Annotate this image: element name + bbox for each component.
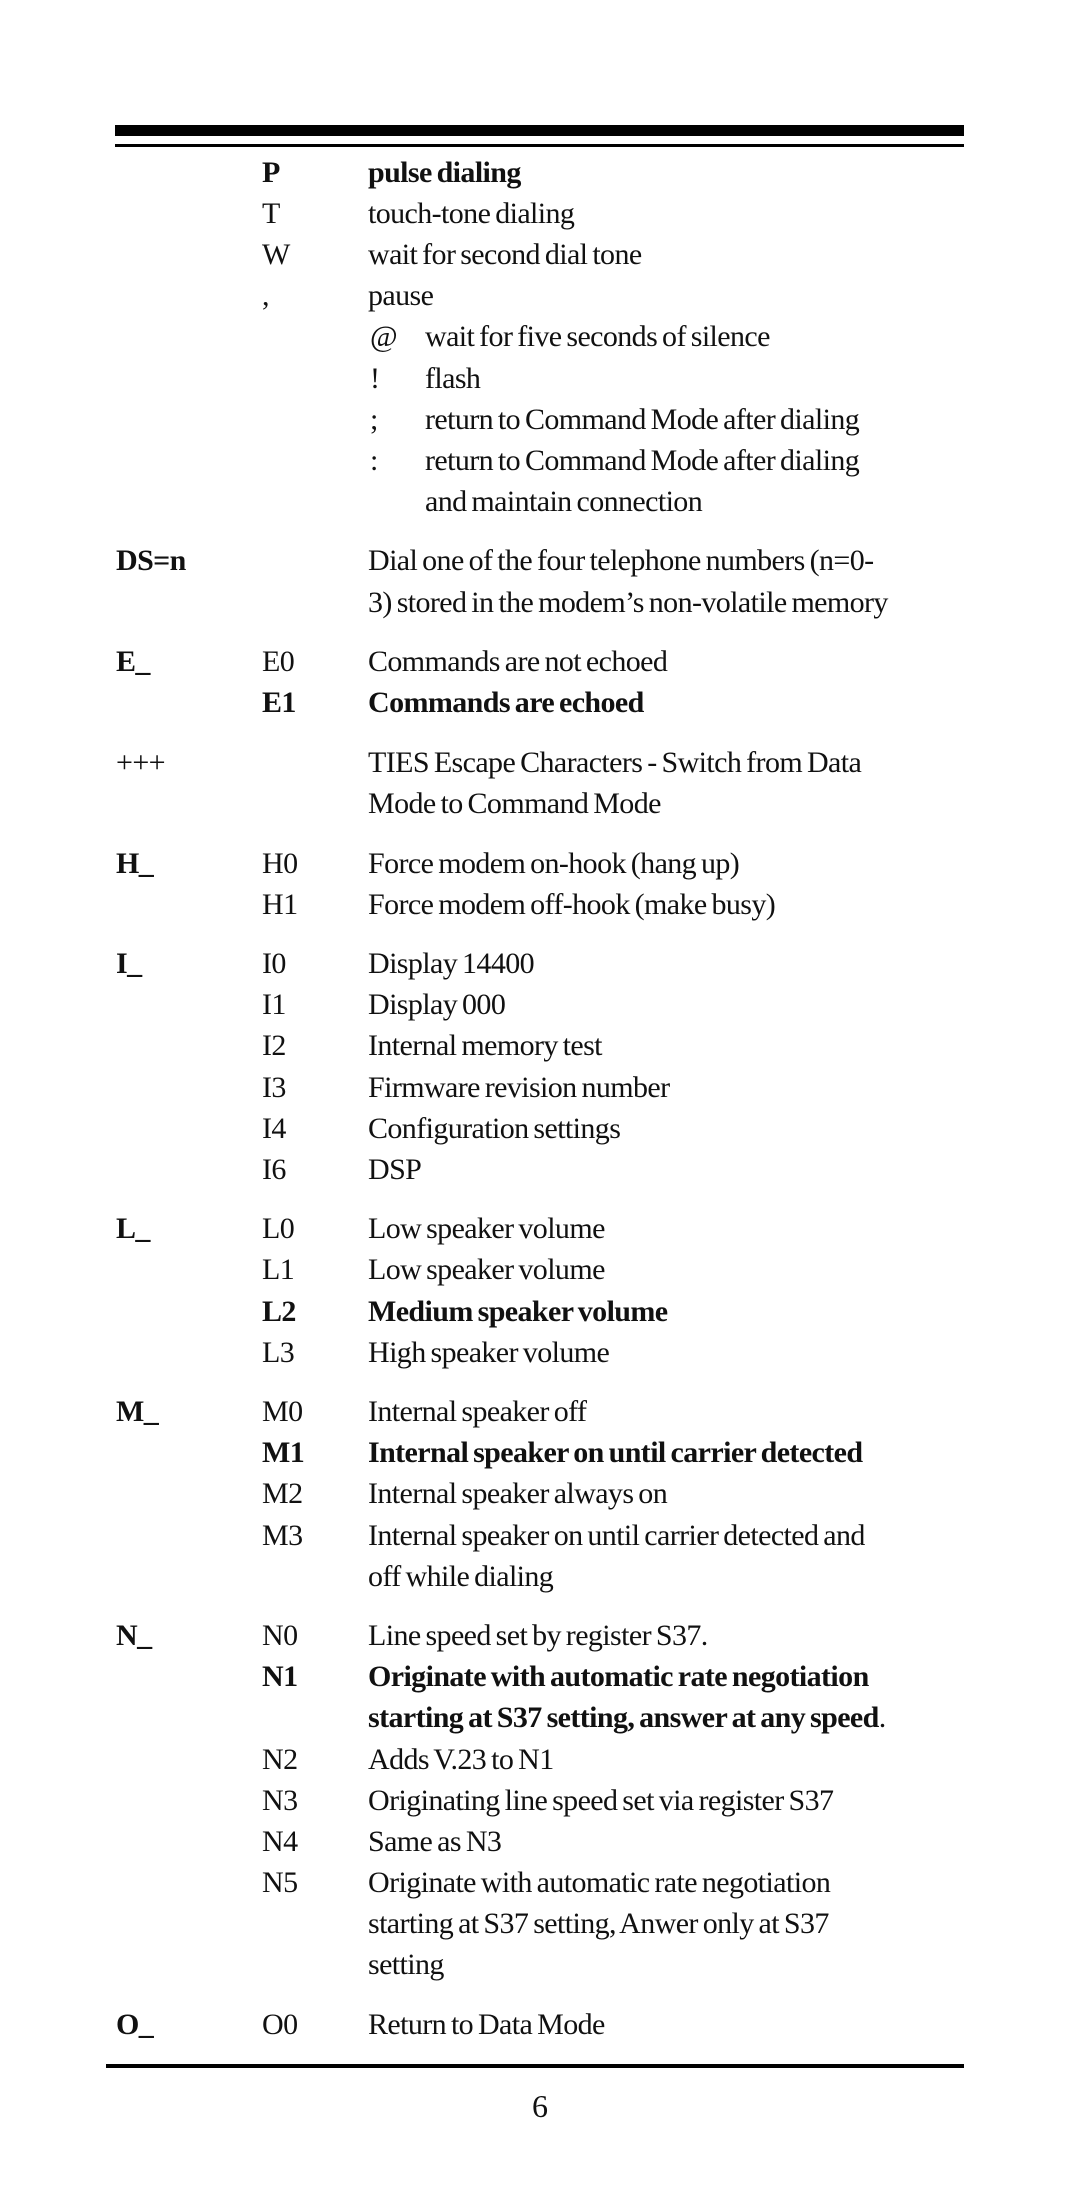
- option-description: Low speaker volume: [368, 1212, 605, 1246]
- option-code: N5: [262, 1865, 298, 1899]
- option-code: I4: [262, 1111, 286, 1145]
- option-description: wait for second dial tone: [368, 238, 642, 272]
- option-code: L3: [262, 1335, 295, 1369]
- trailing-period: .: [878, 1701, 886, 1735]
- option-code: E0: [262, 645, 295, 679]
- option-description: Internal speaker on until carrier detect…: [368, 1518, 865, 1552]
- option-code: L2: [262, 1294, 296, 1328]
- option-description: Configuration settings: [368, 1111, 621, 1145]
- command-name: E_: [116, 645, 150, 679]
- option-description: touch-tone dialing: [368, 197, 575, 231]
- option-code: I6: [262, 1152, 286, 1186]
- option-description: starting at S37 setting, Anwer only at S…: [368, 1906, 829, 1940]
- command-name: O_: [116, 2007, 154, 2041]
- option-code: I0: [262, 947, 286, 981]
- option-description: Display 000: [368, 988, 506, 1022]
- option-description: Originate with automatic rate negotiatio…: [368, 1865, 831, 1899]
- dial-modifier-symbol: ;: [370, 402, 378, 436]
- option-code: T: [262, 197, 280, 231]
- option-description: Display 14400: [368, 947, 535, 981]
- option-description: Internal speaker always on: [368, 1477, 668, 1511]
- command-name: H_: [116, 846, 154, 880]
- option-code: M3: [262, 1518, 303, 1552]
- option-code: M1: [262, 1436, 305, 1470]
- option-code: ,: [262, 279, 269, 313]
- bottom-rule: [106, 2064, 964, 2068]
- option-description: Adds V.23 to N1: [368, 1742, 554, 1776]
- option-description: Force modem on-hook (hang up): [368, 846, 740, 880]
- dial-modifier-symbol: @: [370, 320, 398, 354]
- option-code: L1: [262, 1253, 295, 1287]
- option-description: Return to Data Mode: [368, 2007, 605, 2041]
- option-description: setting: [368, 1948, 444, 1981]
- dial-modifier-description: wait for five seconds of silence: [425, 320, 770, 354]
- option-code: N0: [262, 1619, 298, 1653]
- option-description: Internal speaker off: [368, 1395, 587, 1429]
- option-description: Line speed set by register S37.: [368, 1619, 708, 1653]
- option-description: Originate with automatic rate negotiatio…: [368, 1660, 869, 1694]
- top-thick-rule: [115, 125, 964, 136]
- option-code: I1: [262, 988, 286, 1022]
- dial-modifier-description: return to Command Mode after dialing: [425, 402, 860, 436]
- option-code: N4: [262, 1824, 298, 1858]
- dial-modifier-symbol: :: [370, 443, 378, 477]
- option-code: W: [262, 238, 290, 272]
- option-description: pause: [368, 279, 434, 313]
- option-code: M0: [262, 1395, 303, 1429]
- option-description: Mode to Command Mode: [368, 786, 661, 820]
- command-name: I_: [116, 947, 142, 981]
- command-name: L_: [116, 1212, 150, 1246]
- command-name: +++: [116, 745, 166, 779]
- page-number: 6: [532, 2088, 548, 2124]
- option-description: Same as N3: [368, 1824, 502, 1858]
- dial-modifier-description: return to Command Mode after dialing: [425, 443, 860, 477]
- option-description: Low speaker volume: [368, 1253, 605, 1287]
- option-description: Force modem off-hook (make busy): [368, 887, 776, 921]
- option-code: L0: [262, 1212, 295, 1246]
- option-code: H1: [262, 887, 298, 921]
- dial-modifier-description: flash: [425, 361, 481, 395]
- option-code: E1: [262, 686, 296, 720]
- option-description: Firmware revision number: [368, 1070, 670, 1104]
- option-code: H0: [262, 846, 298, 880]
- option-description: TIES Escape Characters - Switch from Dat…: [368, 745, 862, 779]
- top-thin-rule: [115, 144, 964, 147]
- option-description: off while dialing: [368, 1559, 554, 1593]
- option-description: DSP: [368, 1152, 422, 1186]
- dial-modifier-description: and maintain connection: [425, 484, 703, 518]
- option-description: starting at S37 setting, answer at any s…: [368, 1701, 886, 1735]
- dial-modifier-symbol: !: [370, 361, 380, 395]
- option-code: M2: [262, 1477, 303, 1511]
- command-name: M_: [116, 1395, 159, 1429]
- option-code: N3: [262, 1783, 298, 1817]
- option-description: Internal speaker on until carrier detect…: [368, 1436, 863, 1470]
- option-code: I3: [262, 1070, 286, 1104]
- option-code: O0: [262, 2007, 298, 2041]
- option-description: Dial one of the four telephone numbers (…: [368, 544, 874, 578]
- command-name: DS=n: [116, 544, 186, 578]
- option-description: High speaker volume: [368, 1335, 610, 1369]
- option-code: I2: [262, 1029, 286, 1063]
- option-description: pulse dialing: [368, 156, 521, 189]
- option-code: P: [262, 156, 280, 189]
- option-code: N2: [262, 1742, 298, 1776]
- option-description: Originating line speed set via register …: [368, 1783, 834, 1817]
- option-description: Commands are echoed: [368, 686, 644, 720]
- option-description: Medium speaker volume: [368, 1294, 668, 1328]
- option-code: N1: [262, 1660, 298, 1694]
- option-description: Commands are not echoed: [368, 645, 668, 679]
- option-description: 3) stored in the modem’s non-volatile me…: [368, 585, 888, 619]
- command-name: N_: [116, 1619, 152, 1653]
- option-description: Internal memory test: [368, 1029, 603, 1063]
